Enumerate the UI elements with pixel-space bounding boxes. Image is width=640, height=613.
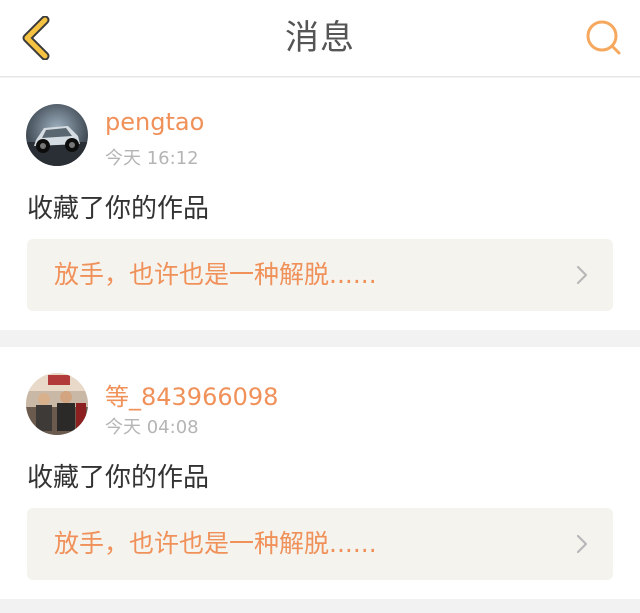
- work-title: 放手，也许也是一种解脱......: [54, 529, 377, 558]
- search-button[interactable]: [580, 14, 628, 62]
- avatar[interactable]: [26, 104, 88, 166]
- work-link[interactable]: 放手，也许也是一种解脱......: [27, 508, 613, 580]
- top-nav-bar: 消息: [0, 0, 640, 77]
- action-text: 收藏了你的作品: [27, 194, 210, 224]
- search-icon: [586, 20, 621, 55]
- work-title: 放手，也许也是一种解脱......: [54, 260, 377, 289]
- message-item: pengtao 今天 16:12 收藏了你的作品 放手，也许也是一种解脱....…: [0, 78, 640, 330]
- people-avatar-image: [26, 373, 88, 435]
- message-item: 等_843966098 今天 04:08 收藏了你的作品 放手，也许也是一种解脱…: [0, 347, 640, 599]
- chevron-right-icon: [576, 265, 588, 285]
- avatar[interactable]: [26, 373, 88, 435]
- username[interactable]: pengtao: [105, 108, 204, 136]
- timestamp: 今天 16:12: [105, 148, 199, 169]
- username[interactable]: 等_843966098: [105, 377, 278, 412]
- chevron-right-icon: [576, 534, 588, 554]
- car-avatar-image: [26, 104, 88, 166]
- page-title: 消息: [285, 18, 355, 58]
- timestamp: 今天 04:08: [105, 417, 199, 438]
- work-link[interactable]: 放手，也许也是一种解脱......: [27, 239, 613, 311]
- action-text: 收藏了你的作品: [27, 463, 210, 493]
